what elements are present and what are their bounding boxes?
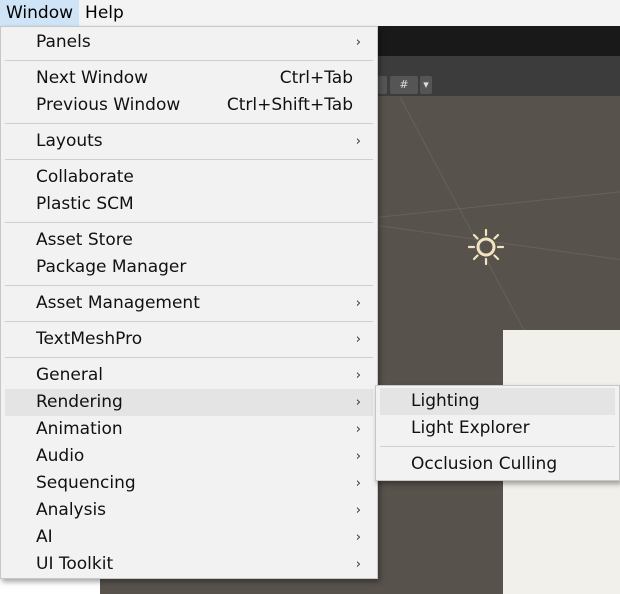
menu-item-lighting[interactable]: Lighting — [380, 388, 615, 415]
chevron-right-icon: › — [355, 332, 361, 347]
menu-item-general[interactable]: General › — [5, 362, 373, 389]
menu-item-panels[interactable]: Panels › — [5, 29, 373, 56]
chevron-right-icon: › — [355, 476, 361, 491]
menu-item-analysis[interactable]: Analysis › — [5, 497, 373, 524]
menu-separator — [5, 159, 373, 160]
chevron-right-icon: › — [355, 557, 361, 572]
menu-item-plastic-scm[interactable]: Plastic SCM — [5, 191, 373, 218]
sun-icon[interactable] — [468, 229, 504, 265]
menu-item-label: Collaborate — [36, 167, 134, 187]
menu-item-rendering[interactable]: Rendering › — [5, 389, 373, 416]
menu-item-ai[interactable]: AI › — [5, 524, 373, 551]
grid-icon[interactable]: # — [390, 76, 418, 94]
menu-separator — [5, 222, 373, 223]
menu-item-label: Occlusion Culling — [411, 454, 558, 474]
chevron-right-icon: › — [355, 530, 361, 545]
chevron-right-icon: › — [355, 449, 361, 464]
menu-item-label: AI — [36, 527, 53, 547]
chevron-right-icon: › — [355, 368, 361, 383]
menu-item-label: Analysis — [36, 500, 107, 520]
chevron-right-icon: › — [355, 422, 361, 437]
menu-separator — [5, 285, 373, 286]
menu-item-previous-window[interactable]: Previous Window Ctrl+Shift+Tab — [5, 92, 373, 119]
menu-separator — [5, 60, 373, 61]
menu-separator — [380, 446, 615, 447]
menu-item-label: Asset Management — [36, 293, 200, 313]
menu-item-label: Plastic SCM — [36, 194, 134, 214]
menu-item-asset-store[interactable]: Asset Store — [5, 227, 373, 254]
window-menu: Panels › Next Window Ctrl+Tab Previous Windo… — [0, 26, 378, 579]
menu-item-ui-toolkit[interactable]: UI Toolkit › — [5, 551, 373, 578]
menu-item-textmeshpro[interactable]: TextMeshPro › — [5, 326, 373, 353]
chevron-right-icon: › — [355, 134, 361, 149]
scene-toolbar: # ▾ — [378, 56, 620, 97]
chevron-right-icon: › — [355, 35, 361, 50]
chevron-right-icon: › — [355, 395, 361, 410]
menu-item-label: Next Window — [36, 68, 149, 88]
menu-item-label: General — [36, 365, 103, 385]
menu-item-label: TextMeshPro — [36, 329, 143, 349]
menubar-window[interactable]: Window — [0, 0, 80, 26]
menu-item-occlusion-culling[interactable]: Occlusion Culling — [380, 451, 615, 478]
menu-item-light-explorer[interactable]: Light Explorer — [380, 415, 615, 442]
chevron-right-icon: › — [355, 503, 361, 518]
chevron-down-icon[interactable]: ▾ — [420, 76, 432, 94]
menu-item-collaborate[interactable]: Collaborate — [5, 164, 373, 191]
menu-item-label: Layouts — [36, 131, 103, 151]
menu-item-animation[interactable]: Animation › — [5, 416, 373, 443]
menu-item-label: UI Toolkit — [36, 554, 114, 574]
menu-item-shortcut: Ctrl+Shift+Tab — [226, 95, 353, 115]
menu-item-label: Lighting — [411, 391, 480, 411]
menu-item-label: Sequencing — [36, 473, 136, 493]
rendering-submenu: Lighting Light Explorer Occlusion Culling — [375, 385, 620, 481]
menu-item-label: Asset Store — [36, 230, 133, 250]
menu-separator — [5, 321, 373, 322]
tool-button[interactable] — [378, 76, 387, 94]
editor-title-bar — [378, 26, 620, 56]
menu-item-label: Animation — [36, 419, 123, 439]
menubar-help[interactable]: Help — [79, 0, 130, 26]
menu-item-asset-management[interactable]: Asset Management › — [5, 290, 373, 317]
menu-item-layouts[interactable]: Layouts › — [5, 128, 373, 155]
menu-item-label: Panels — [36, 32, 91, 52]
chevron-right-icon: › — [355, 296, 361, 311]
menu-item-package-manager[interactable]: Package Manager — [5, 254, 373, 281]
menu-item-sequencing[interactable]: Sequencing › — [5, 470, 373, 497]
menu-bar: Window Help — [0, 0, 620, 26]
menu-item-shortcut: Ctrl+Tab — [279, 68, 353, 88]
menu-item-label: Package Manager — [36, 257, 187, 277]
menu-item-label: Audio — [36, 446, 85, 466]
menu-separator — [5, 357, 373, 358]
menu-item-label: Light Explorer — [411, 418, 530, 438]
menu-separator — [5, 123, 373, 124]
menu-item-audio[interactable]: Audio › — [5, 443, 373, 470]
menu-item-label: Rendering — [36, 392, 123, 412]
menu-item-next-window[interactable]: Next Window Ctrl+Tab — [5, 65, 373, 92]
menu-item-label: Previous Window — [36, 95, 181, 115]
